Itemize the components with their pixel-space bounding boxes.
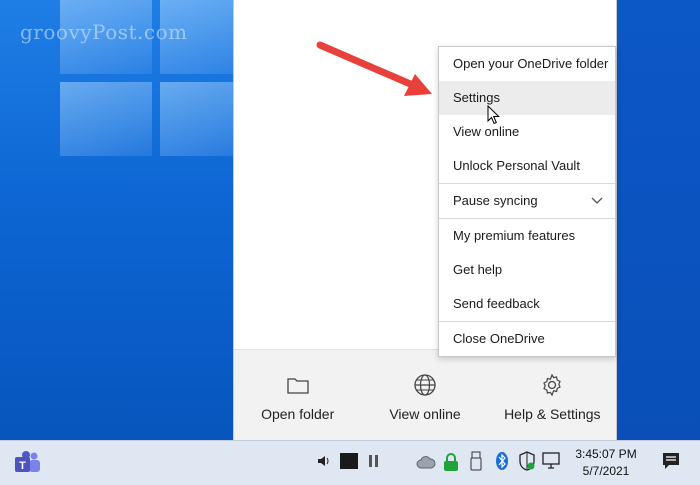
view-online-label: View online xyxy=(389,406,461,422)
menu-item-premium-features[interactable]: My premium features xyxy=(439,219,615,253)
menu-item-unlock-vault[interactable]: Unlock Personal Vault xyxy=(439,149,615,183)
app-tray-icon[interactable] xyxy=(340,453,358,474)
onedrive-context-menu: Open your OneDrive folder Settings View … xyxy=(438,46,616,357)
watermark: groovyPost.com xyxy=(20,20,188,44)
clock-time: 3:45:07 PM xyxy=(575,447,637,461)
desktop-right-area xyxy=(615,0,700,440)
shield-icon[interactable] xyxy=(518,451,536,476)
svg-text:T: T xyxy=(19,460,26,472)
menu-item-close-onedrive[interactable]: Close OneDrive xyxy=(439,322,615,356)
window-logo-pane xyxy=(60,82,152,156)
open-folder-button[interactable]: Open folder xyxy=(234,350,361,441)
usb-drive-icon[interactable] xyxy=(470,451,482,476)
gear-icon xyxy=(540,372,564,398)
menu-item-settings[interactable]: Settings xyxy=(439,81,615,115)
menu-item-pause-syncing[interactable]: Pause syncing xyxy=(439,184,615,218)
teams-icon[interactable]: T xyxy=(14,450,42,481)
menu-item-send-feedback[interactable]: Send feedback xyxy=(439,287,615,321)
flyout-footer: Open folder View online Help & Settings xyxy=(234,349,616,441)
system-clock[interactable]: 3:45:07 PM 5/7/2021 xyxy=(570,446,642,480)
notifications-icon[interactable] xyxy=(662,452,680,475)
onedrive-cloud-icon[interactable] xyxy=(416,455,436,474)
chevron-down-icon xyxy=(591,184,603,218)
menu-item-open-folder[interactable]: Open your OneDrive folder xyxy=(439,47,615,81)
speaker-icon[interactable] xyxy=(316,453,332,474)
menu-item-get-help[interactable]: Get help xyxy=(439,253,615,287)
wifi-tray-icon[interactable] xyxy=(366,453,382,474)
open-folder-label: Open folder xyxy=(261,406,335,422)
network-monitor-icon[interactable] xyxy=(542,452,562,475)
view-online-button[interactable]: View online xyxy=(361,350,488,441)
taskbar: T 3:45:07 PM 5/7/2021 xyxy=(0,440,700,485)
menu-item-view-online[interactable]: View online xyxy=(439,115,615,149)
bluetooth-icon[interactable] xyxy=(495,451,509,476)
mouse-cursor-icon xyxy=(487,105,500,125)
help-settings-label: Help & Settings xyxy=(504,406,601,422)
pause-syncing-label: Pause syncing xyxy=(453,193,538,208)
clock-date: 5/7/2021 xyxy=(582,464,630,478)
lock-icon[interactable] xyxy=(442,452,460,477)
folder-icon xyxy=(286,372,310,398)
help-settings-button[interactable]: Help & Settings xyxy=(489,350,616,441)
globe-icon xyxy=(413,372,437,398)
